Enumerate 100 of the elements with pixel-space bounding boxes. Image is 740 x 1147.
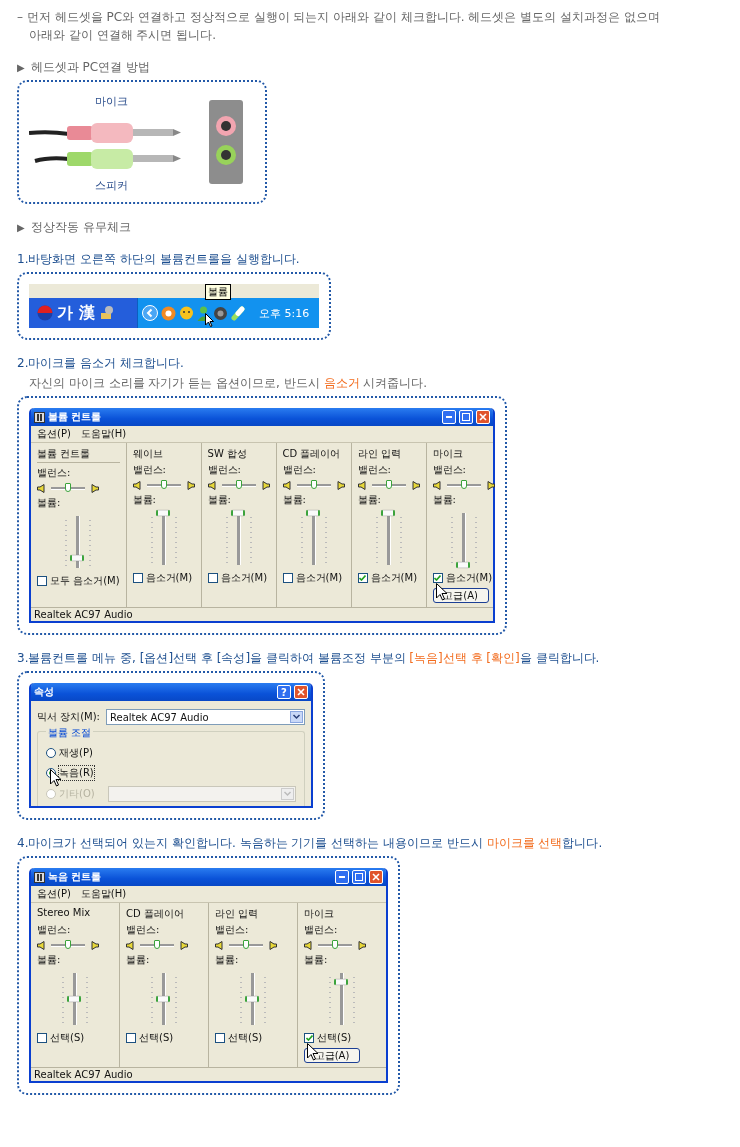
balance-thumb[interactable] bbox=[460, 479, 467, 489]
close-icon bbox=[479, 413, 487, 421]
minimize-icon bbox=[339, 876, 345, 878]
step-note: 자신의 마이크 소리를 자기가 듣는 옵션이므로, 반드시 음소거 시켜줍니다. bbox=[28, 375, 429, 392]
checkbox[interactable] bbox=[357, 573, 368, 583]
slider-thumb[interactable] bbox=[156, 995, 170, 1003]
pill-icon[interactable] bbox=[231, 305, 246, 321]
menu-item[interactable]: 도움말(H) bbox=[80, 887, 127, 901]
slider-thumb[interactable] bbox=[455, 561, 470, 569]
checkmark-icon bbox=[434, 575, 442, 581]
channel-name: CD 플레이어 bbox=[126, 907, 185, 920]
slider-thumb[interactable] bbox=[245, 995, 259, 1003]
channel-name: 라인 입력 bbox=[357, 447, 402, 460]
menu-item[interactable]: 옵션(P) bbox=[37, 887, 71, 901]
volume-label: 볼륨: bbox=[215, 953, 240, 967]
balance-label: 밸런스: bbox=[282, 463, 317, 477]
slider-thumb[interactable] bbox=[334, 978, 348, 986]
slider-thumb[interactable] bbox=[305, 509, 320, 517]
checkbox[interactable] bbox=[37, 1033, 47, 1043]
minimize-icon bbox=[446, 416, 452, 418]
checkmark-icon bbox=[305, 1035, 313, 1041]
balance-label: 밸런스: bbox=[126, 923, 161, 937]
status-bar: Realtek AC97 Audio bbox=[31, 1067, 386, 1081]
volume-label: 볼륨: bbox=[282, 493, 307, 507]
slider-thumb[interactable] bbox=[70, 554, 85, 562]
help-button[interactable]: ? bbox=[277, 685, 291, 699]
balance-thumb[interactable] bbox=[154, 939, 160, 949]
close-button[interactable] bbox=[369, 870, 383, 884]
mixer-device-dropdown[interactable]: Realtek AC97 Audio bbox=[106, 709, 305, 725]
checkbox-label: 선택(S) bbox=[139, 1031, 174, 1045]
checkbox[interactable] bbox=[304, 1033, 314, 1043]
checkbox[interactable] bbox=[37, 576, 47, 586]
balance-label: 밸런스: bbox=[37, 923, 72, 937]
checkbox-label: 음소거(M) bbox=[145, 571, 193, 585]
balance-thumb[interactable] bbox=[65, 482, 71, 492]
menu-item[interactable]: 도움말(H) bbox=[80, 427, 127, 441]
mixer-app-icon bbox=[34, 871, 45, 883]
close-icon bbox=[297, 688, 305, 696]
checkbox[interactable] bbox=[207, 573, 218, 583]
plug-label: 스피커 bbox=[95, 178, 128, 193]
volume-label: 볼륨: bbox=[37, 953, 62, 967]
balance-label: 밸런스: bbox=[304, 923, 339, 937]
close-button[interactable] bbox=[476, 410, 490, 424]
balance-thumb[interactable] bbox=[310, 479, 317, 489]
balance-label: 밸런스: bbox=[37, 466, 72, 480]
radio-label: 녹음(R) bbox=[59, 766, 94, 780]
intro-text: – 먼저 헤드셋을 PC와 연결하고 정상적으로 실행이 되는지 아래와 같이 체크합니다. 헤드셋은 별도의 설치과정은 없으며 bbox=[17, 9, 661, 26]
advanced-button[interactable]: 고급(A) bbox=[304, 1048, 360, 1063]
chevron-left-icon[interactable] bbox=[142, 305, 158, 321]
clock: 오후 5:16 bbox=[259, 305, 310, 321]
slider-thumb[interactable] bbox=[230, 509, 245, 517]
channel-name: 웨이브 bbox=[132, 447, 164, 460]
checkbox-label: 음소거(M) bbox=[445, 571, 493, 585]
slider-thumb[interactable] bbox=[67, 995, 81, 1003]
channel-name: SW 합성 bbox=[207, 447, 249, 460]
channel-name: 볼륨 컨트롤 bbox=[37, 447, 120, 463]
minimize-button[interactable] bbox=[442, 410, 456, 424]
checkbox[interactable] bbox=[282, 573, 293, 583]
menu-item[interactable]: 옵션(P) bbox=[37, 427, 71, 441]
step-title: 3.볼륨컨트롤 메뉴 중, [옵션]선택 후 [속성]을 클릭하여 볼륨조정 부분의 [녹음]선택 후 [확인]을 클릭합니다. bbox=[17, 650, 601, 667]
close-button[interactable] bbox=[294, 685, 308, 699]
slider-thumb[interactable] bbox=[155, 509, 170, 517]
window-title: 녹음 컨트롤 bbox=[48, 870, 102, 884]
slider-thumb[interactable] bbox=[380, 509, 395, 517]
plug-label: 마이크 bbox=[95, 94, 128, 109]
ime-indicator[interactable]: 가 漢 bbox=[57, 302, 95, 324]
balance-label: 밸런스: bbox=[357, 463, 392, 477]
dropdown-arrow-icon bbox=[281, 788, 294, 800]
balance-thumb[interactable] bbox=[332, 939, 338, 949]
checkbox[interactable] bbox=[132, 573, 143, 583]
volume-label: 볼륨: bbox=[357, 493, 382, 507]
checkbox-label: 음소거(M) bbox=[370, 571, 418, 585]
checkbox[interactable] bbox=[126, 1033, 136, 1043]
dropdown-arrow-icon bbox=[290, 711, 303, 723]
checkbox-label: 음소거(M) bbox=[220, 571, 268, 585]
checkbox[interactable] bbox=[432, 573, 443, 583]
volume-label: 볼륨: bbox=[304, 953, 329, 967]
channel-name: 마이크 bbox=[304, 907, 335, 920]
balance-thumb[interactable] bbox=[243, 939, 249, 949]
field-label: 믹서 장치(M): bbox=[37, 710, 100, 724]
maximize-button[interactable] bbox=[352, 870, 366, 884]
balance-thumb[interactable] bbox=[385, 479, 392, 489]
section-title: 정상작동 유무체크 bbox=[30, 218, 131, 236]
volume-label: 볼륨: bbox=[37, 496, 62, 510]
balance-thumb[interactable] bbox=[160, 479, 167, 489]
group-label: 볼륨 조절 bbox=[46, 726, 94, 740]
status-bar: Realtek AC97 Audio bbox=[31, 607, 493, 621]
checkbox[interactable] bbox=[215, 1033, 225, 1043]
minimize-button[interactable] bbox=[335, 870, 349, 884]
balance-label: 밸런스: bbox=[132, 463, 167, 477]
balance-thumb[interactable] bbox=[65, 939, 71, 949]
checkbox-label: 선택(S) bbox=[317, 1031, 352, 1045]
maximize-icon bbox=[462, 413, 470, 421]
radio-button[interactable] bbox=[46, 748, 56, 758]
mouse-cursor-icon bbox=[50, 769, 62, 787]
balance-thumb[interactable] bbox=[235, 479, 242, 489]
maximize-button[interactable] bbox=[459, 410, 473, 424]
volume-label: 볼륨: bbox=[132, 493, 157, 507]
mixer-app-icon bbox=[34, 411, 45, 423]
channel-name: 마이크 bbox=[432, 447, 464, 460]
